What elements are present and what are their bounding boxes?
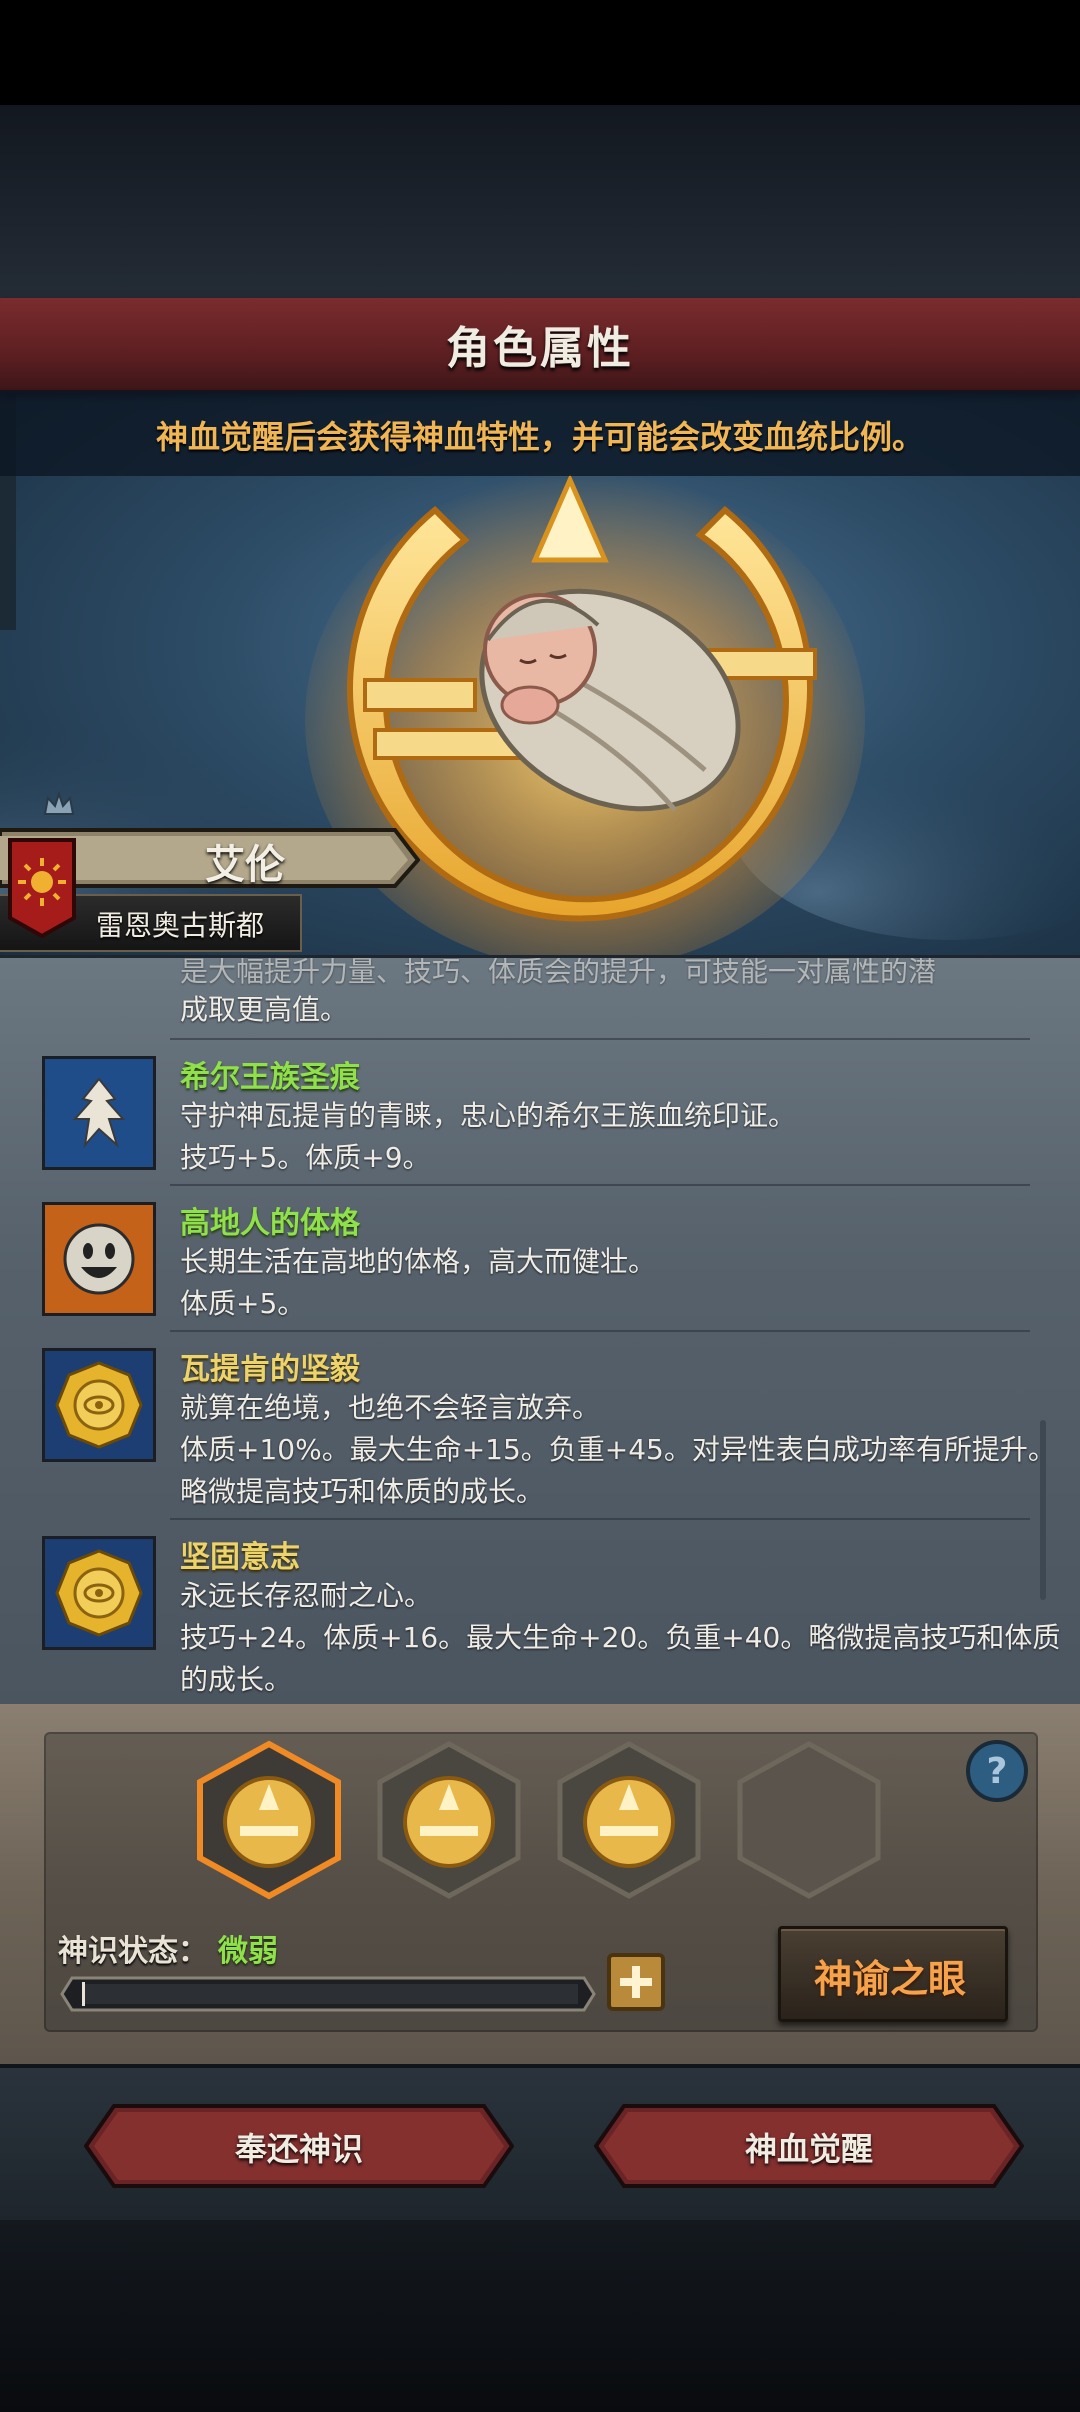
trait-title: 瓦提肯的坚毅 (180, 1352, 360, 1387)
gold-eye-coin-icon (42, 1536, 156, 1650)
oracle-eye-label: 神谕之眼 (813, 1957, 966, 2001)
gold-eye-coin-icon (42, 1348, 156, 1462)
question-icon[interactable]: ? (964, 1738, 1030, 1804)
wing-mark-icon (42, 1056, 156, 1170)
scrollbar[interactable] (1040, 1420, 1046, 1600)
add-button[interactable] (606, 1952, 666, 2012)
trait-effect: 技巧+5。体质+9。 (180, 1141, 431, 1174)
trait-partial-line-top: 是大幅提升力量、技巧、体质会的提升，可技能一对属性的潜 (180, 958, 937, 988)
header-backdrop (0, 105, 1080, 300)
trait-title: 希尔王族圣痕 (180, 1060, 360, 1095)
subtitle-text: 神血觉醒后会获得神血特性，并可能会改变血统比例。 (155, 418, 924, 456)
trait-desc: 守护神瓦提肯的青睐，忠心的希尔王族血统印证。 (180, 1099, 797, 1132)
bottom-backdrop (0, 2220, 1080, 2412)
sun-banner-icon (8, 838, 76, 938)
divine-slot-1[interactable] (194, 1740, 344, 1900)
trait-separator (170, 1330, 1030, 1332)
trait-effect: 体质+5。 (180, 1287, 306, 1320)
character-name: 艾伦 (205, 842, 285, 888)
trait-desc: 长期生活在高地的体格，高大而健壮。 (180, 1245, 657, 1278)
smiling-face-icon (42, 1202, 156, 1316)
divine-slot-4-empty[interactable] (734, 1740, 884, 1900)
trait-title: 高地人的体格 (180, 1206, 360, 1241)
trait-separator (170, 1184, 1030, 1186)
state-value: 微弱 (218, 1934, 278, 1969)
house-name: 雷恩奥古斯都 (95, 909, 264, 942)
trait-effect: 体质+10%。最大生命+15。负重+45。对异性表白成功率有所提升。 (180, 1433, 1056, 1466)
trait-extra: 的成长。 (180, 1663, 293, 1696)
trait-list[interactable]: 是大幅提升力量、技巧、体质会的提升，可技能一对属性的潜 成取更高值。 希尔王族圣… (0, 958, 1080, 1704)
page-title: 角色属性 (446, 323, 634, 374)
divine-progress-bar (60, 1976, 596, 2012)
trait-title: 坚固意志 (180, 1540, 300, 1575)
status-bar-area (0, 0, 1080, 105)
blood-awaken-label: 神血觉醒 (744, 2130, 873, 2168)
crown-icon (43, 790, 75, 815)
state-label: 神识状态： (58, 1934, 208, 1969)
trait-separator (170, 1518, 1030, 1520)
svg-text:?: ? (987, 1751, 1008, 1792)
trait-extra: 略微提高技巧和体质的成长。 (180, 1475, 545, 1508)
return-divine-label: 奉还神识 (234, 2130, 363, 2168)
trait-effect: 技巧+24。体质+16。最大生命+20。负重+40。略微提高技巧和体质 (180, 1621, 1061, 1654)
divine-slot-3[interactable] (554, 1740, 704, 1900)
trait-desc: 就算在绝境，也绝不会轻言放弃。 (180, 1391, 601, 1424)
trait-desc: 永远长存忍耐之心。 (180, 1579, 433, 1612)
trait-separator (170, 1038, 1030, 1040)
divine-slot-2[interactable] (374, 1740, 524, 1900)
trait-partial-line: 成取更高值。 (180, 993, 349, 1026)
